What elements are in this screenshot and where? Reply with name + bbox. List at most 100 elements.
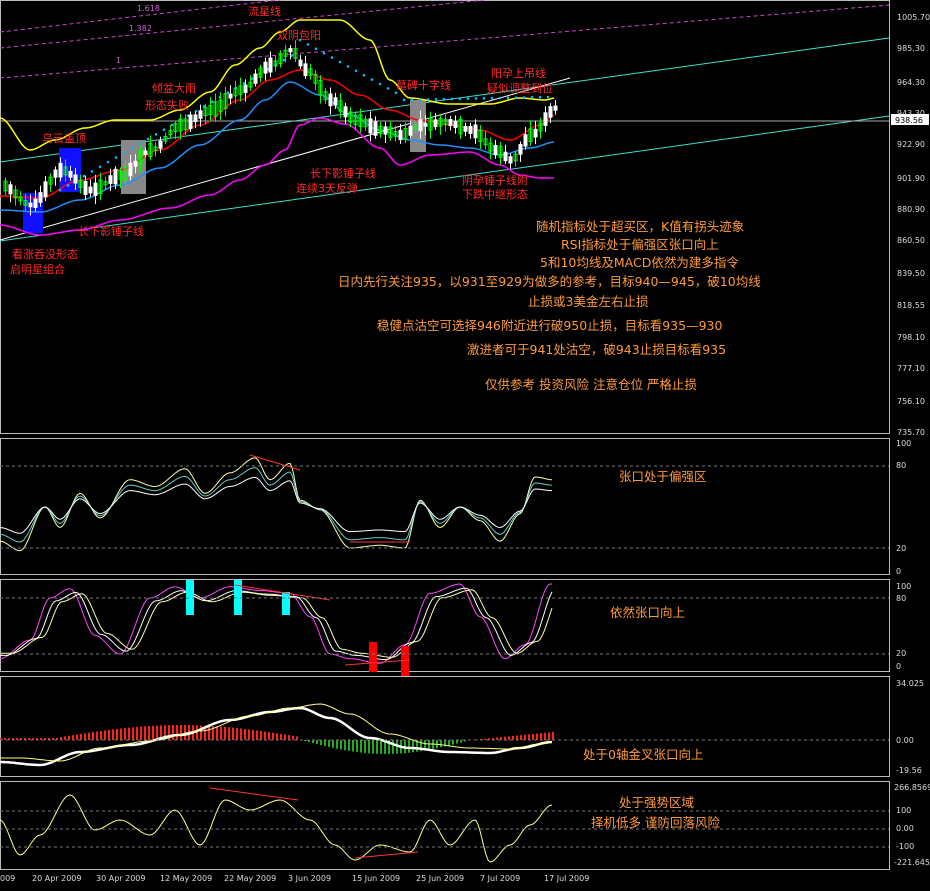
price-tick: 756.10 — [897, 397, 925, 406]
macd-hist — [240, 729, 242, 740]
macd-hist — [536, 734, 538, 740]
candle-body — [344, 107, 347, 117]
candle-body — [334, 98, 337, 105]
candle-body — [159, 141, 162, 148]
candle-body — [129, 163, 132, 176]
macd-hist — [520, 735, 522, 740]
price-tick: 922.90 — [897, 140, 925, 149]
fib-line — [0, 5, 889, 78]
candle-body — [94, 183, 97, 195]
candle-body — [454, 121, 457, 127]
candle-body — [194, 115, 197, 122]
commentary-4: 日内先行关注935，以931至929为做多的参考，目标940—945，破10均线 — [338, 274, 761, 289]
ann-qiming: 启明星组合 — [10, 262, 65, 276]
macd-hist — [356, 740, 358, 752]
price-tick: 798.10 — [897, 333, 925, 342]
macd-hist — [540, 733, 542, 740]
x-tick: 25 Jun 2009 — [416, 874, 464, 883]
candle-body — [29, 203, 32, 207]
price-tick: 1005.70 — [897, 13, 930, 22]
macd-hist — [4, 738, 6, 740]
candle-body — [549, 107, 552, 118]
macd-hist — [52, 738, 54, 740]
macd-hist — [208, 726, 210, 740]
rsi-note: 张口处于偏强区 — [619, 469, 707, 484]
fib-label-1618: 1.618 — [137, 4, 160, 13]
ann-xingtai: 形态失败 — [145, 98, 189, 112]
macd-hist — [252, 730, 254, 740]
macd-hist — [284, 735, 286, 740]
candle-body — [519, 145, 522, 155]
macd-hist — [348, 740, 350, 751]
sar-dot — [347, 65, 350, 68]
sar-dot — [443, 98, 446, 101]
rsi-tick: 20 — [896, 544, 906, 553]
sar-dot — [91, 170, 94, 173]
macd-hist — [264, 732, 266, 740]
macd-hist — [268, 732, 270, 740]
sar-dot — [523, 96, 526, 99]
cci-panel — [0, 788, 552, 862]
sar-dot — [107, 161, 110, 164]
candle-body — [544, 113, 547, 126]
macd-hist — [220, 727, 222, 740]
candle-body — [554, 106, 557, 110]
candle-body — [374, 122, 377, 135]
rsi-line — [0, 458, 552, 551]
macd-hist — [80, 734, 82, 740]
price-tick: 880.90 — [897, 205, 925, 214]
macd-hist — [516, 736, 518, 740]
candle-body — [134, 161, 137, 166]
cci-tick: 266.8569 — [894, 783, 930, 792]
candle-body — [304, 64, 307, 76]
price-tick: 964.30 — [897, 78, 925, 87]
cci-tick: -221.645 — [894, 858, 930, 867]
last-price-label: 938.56 — [895, 116, 923, 125]
ann-yunchui: 阴孕锤子线附 — [462, 173, 528, 187]
cci-note-2: 择机低多 谨防回落风险 — [591, 815, 720, 830]
sar-dot — [59, 189, 62, 192]
macd-hist — [276, 733, 278, 740]
divergence-line — [250, 455, 300, 470]
sar-dot — [363, 74, 366, 77]
sar-dot — [475, 97, 478, 100]
sar-dot — [515, 96, 518, 99]
candle-body — [464, 126, 467, 131]
price-tick: 985.30 — [897, 44, 925, 53]
macd-hist — [256, 730, 258, 740]
sar-dot — [139, 142, 142, 145]
sar-dot — [123, 152, 126, 155]
macd-hist — [108, 730, 110, 740]
macd-hist — [172, 725, 174, 740]
sar-dot — [291, 54, 294, 57]
stoch-tick: 0 — [896, 662, 901, 671]
cci-panel-frame — [1, 782, 890, 870]
rsi-panel-frame — [1, 439, 890, 575]
macd-hist — [84, 733, 86, 740]
macd-hist — [512, 736, 514, 740]
x-tick: 15 Jun 2009 — [352, 874, 400, 883]
chart-canvas: 1.618 1.382 1 流星线 双阴包阳 乌云盖顶 倾盆大雨 形态失败 墓碑… — [0, 0, 930, 887]
candle-body — [469, 126, 472, 133]
sar-dot — [115, 156, 118, 159]
stoch-tick: 20 — [896, 649, 906, 658]
sar-dot — [371, 78, 374, 81]
price-tick: 777.10 — [897, 364, 925, 373]
macd-hist — [180, 725, 182, 740]
candle-body — [419, 120, 422, 131]
commentary-8: 仅供参考 投资风险 注意仓位 严格止损 — [485, 377, 697, 392]
macd-hist — [140, 727, 142, 740]
macd-hist — [40, 738, 42, 740]
rsi-panel — [0, 455, 552, 551]
macd-tick: 0.00 — [896, 736, 914, 745]
ann-xiadie: 下跌中继形态 — [462, 187, 528, 201]
rsi-y-axis: 100 80 20 0 — [896, 439, 911, 576]
rsi-tick: 80 — [896, 461, 906, 470]
price-tick: 735.70 — [897, 428, 925, 437]
macd-hist — [496, 737, 498, 740]
candle-body — [39, 193, 42, 203]
sar-dot — [427, 98, 430, 101]
candle-body — [409, 126, 412, 135]
sar-dot — [83, 175, 86, 178]
sar-dot — [451, 98, 454, 101]
